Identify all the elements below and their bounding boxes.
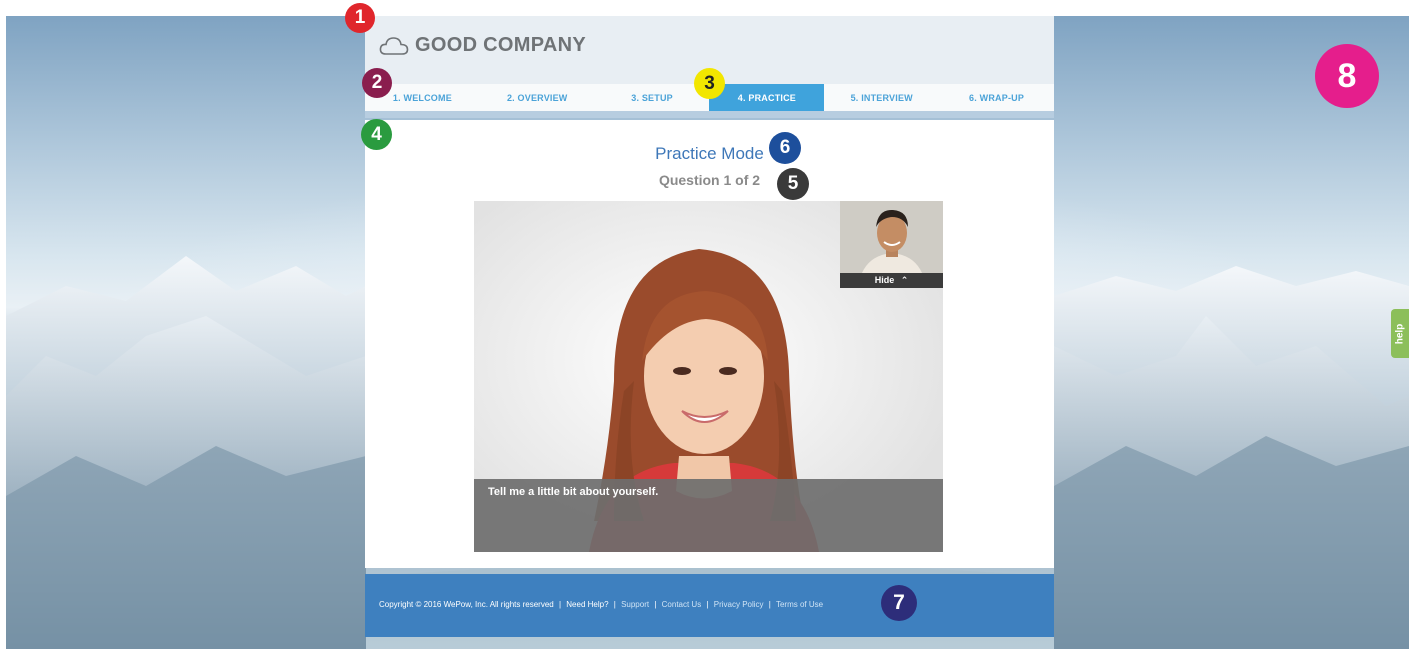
- footer-links: Copyright © 2016 WePow, Inc. All rights …: [379, 600, 823, 609]
- question-counter: Question 1 of 2: [658, 172, 761, 188]
- contact-us-link[interactable]: Contact Us: [662, 600, 702, 609]
- hide-pip-button[interactable]: Hide ⌃: [840, 273, 943, 288]
- footer-separator: |: [613, 600, 616, 609]
- footer-separator: |: [768, 600, 771, 609]
- marker-1: 1: [345, 3, 375, 33]
- marker-7: 7: [881, 585, 917, 621]
- marker-2: 2: [362, 68, 392, 98]
- nav-step-practice[interactable]: 4. PRACTICE: [709, 84, 825, 111]
- privacy-policy-link[interactable]: Privacy Policy: [714, 600, 764, 609]
- company-name: GOOD COMPANY: [415, 34, 587, 56]
- marker-5: 5: [777, 168, 809, 200]
- company-logo[interactable]: GOOD COMPANY: [379, 34, 586, 57]
- copyright-text: Copyright © 2016 WePow, Inc. All rights …: [379, 600, 554, 609]
- help-tab[interactable]: help: [1391, 309, 1409, 358]
- help-tab-label: help: [1394, 323, 1406, 344]
- marker-6: 6: [769, 132, 801, 164]
- nav-divider: [365, 111, 1054, 118]
- nav-step-interview[interactable]: 5. INTERVIEW: [824, 84, 939, 111]
- nav-step-wrap-up[interactable]: 6. WRAP-UP: [939, 84, 1054, 111]
- footer: Copyright © 2016 WePow, Inc. All rights …: [365, 574, 1054, 637]
- footer-separator: |: [654, 600, 657, 609]
- self-view-pip[interactable]: Hide ⌃: [840, 201, 943, 288]
- marker-8: 8: [1315, 44, 1379, 108]
- interviewer-video[interactable]: Hide ⌃ Tell me a little bit about yourse…: [474, 201, 943, 552]
- candidate-thumbnail: [840, 201, 943, 273]
- main-container: GOOD COMPANY 1. WELCOME 2. OVERVIEW 3. S…: [365, 16, 1054, 637]
- marker-3: 3: [694, 68, 725, 99]
- hide-pip-label: Hide: [874, 275, 895, 285]
- terms-of-use-link[interactable]: Terms of Use: [776, 600, 823, 609]
- question-caption: Tell me a little bit about yourself.: [474, 479, 943, 552]
- support-link[interactable]: Support: [621, 600, 649, 609]
- chevron-up-icon: ⌃: [900, 275, 909, 285]
- cloud-icon: [379, 36, 409, 55]
- nav-step-setup[interactable]: 3. SETUP: [595, 84, 710, 111]
- content-panel: Practice Mode Question 1 of 2 Hide ⌃ Tel…: [365, 120, 1054, 568]
- footer-separator: |: [706, 600, 709, 609]
- page-title: Practice Mode: [655, 144, 764, 163]
- footer-separator: |: [558, 600, 562, 609]
- question-text: Tell me a little bit about yourself.: [488, 486, 659, 498]
- nav-step-overview[interactable]: 2. OVERVIEW: [480, 84, 595, 111]
- marker-4: 4: [361, 119, 392, 150]
- need-help-text: Need Help?: [566, 600, 609, 609]
